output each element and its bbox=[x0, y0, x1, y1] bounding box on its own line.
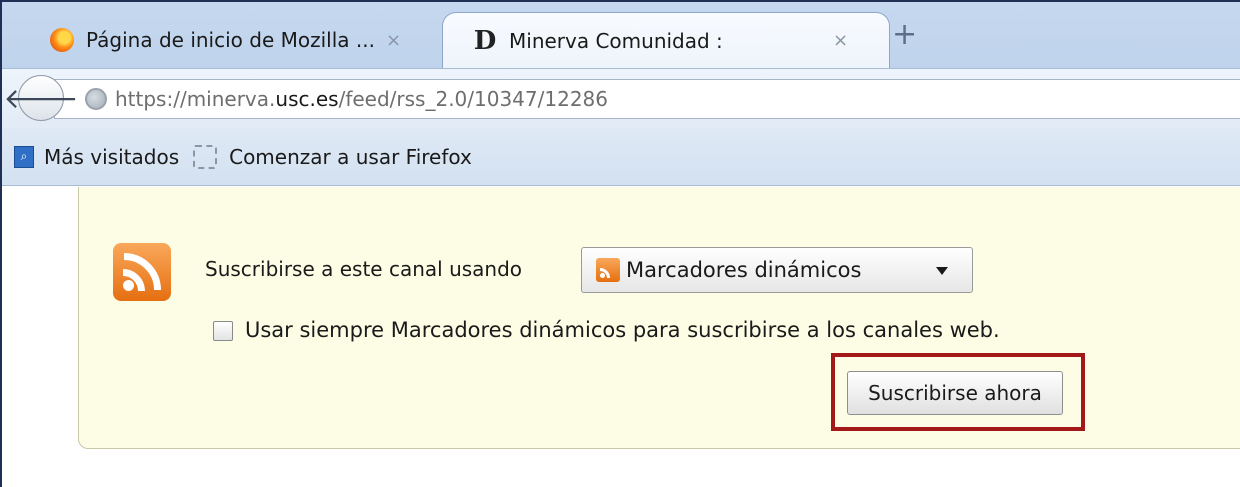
tab-strip: Página de inicio de Mozilla ... × D Mine… bbox=[2, 2, 1240, 68]
rss-feed-icon bbox=[113, 243, 171, 301]
most-visited-icon: ⌕ bbox=[14, 145, 34, 168]
subscribe-using-label: Suscribirse a este canal usando bbox=[205, 257, 523, 281]
navigation-bar: https://minerva.usc.es/feed/rss_2.0/1034… bbox=[2, 68, 1240, 128]
back-arrow-icon: 🡐 bbox=[3, 82, 79, 115]
bookmark-getting-started[interactable]: Comenzar a usar Firefox bbox=[229, 145, 472, 169]
tab-minerva[interactable]: D Minerva Comunidad : × bbox=[442, 12, 890, 68]
close-tab-icon[interactable]: × bbox=[833, 30, 848, 51]
bookmarks-toolbar: ⌕ Más visitados Comenzar a usar Firefox bbox=[2, 128, 1240, 186]
tab-title: Minerva Comunidad : bbox=[509, 28, 723, 53]
rss-small-icon bbox=[596, 258, 620, 282]
folder-icon bbox=[193, 144, 218, 169]
bookmark-most-visited[interactable]: Más visitados bbox=[44, 145, 179, 169]
feed-reader-select[interactable]: Marcadores dinámicos bbox=[581, 247, 973, 293]
tab-mozilla-start[interactable]: Página de inicio de Mozilla ... × bbox=[34, 12, 454, 68]
url-text: https://minerva.usc.es/feed/rss_2.0/1034… bbox=[115, 87, 608, 111]
firefox-icon bbox=[50, 28, 74, 52]
dropdown-arrow-icon bbox=[936, 267, 948, 275]
subscribe-now-button[interactable]: Suscribirse ahora bbox=[847, 371, 1063, 415]
globe-icon bbox=[85, 88, 107, 110]
always-use-checkbox[interactable] bbox=[213, 321, 233, 341]
address-bar[interactable]: https://minerva.usc.es/feed/rss_2.0/1034… bbox=[54, 79, 1240, 119]
feed-subscribe-box: Suscribirse a este canal usando Marcador… bbox=[78, 187, 1240, 449]
new-tab-button[interactable]: + bbox=[892, 20, 917, 50]
page-content: Suscribirse a este canal usando Marcador… bbox=[2, 187, 1240, 487]
close-tab-icon[interactable]: × bbox=[386, 30, 401, 51]
d-icon: D bbox=[473, 25, 497, 56]
tab-title: Página de inicio de Mozilla ... bbox=[86, 28, 375, 52]
back-button[interactable]: 🡐 bbox=[3, 75, 79, 121]
browser-window: Página de inicio de Mozilla ... × D Mine… bbox=[0, 0, 1240, 487]
always-use-label[interactable]: Usar siempre Marcadores dinámicos para s… bbox=[245, 318, 1000, 342]
feed-reader-selected: Marcadores dinámicos bbox=[626, 258, 862, 282]
